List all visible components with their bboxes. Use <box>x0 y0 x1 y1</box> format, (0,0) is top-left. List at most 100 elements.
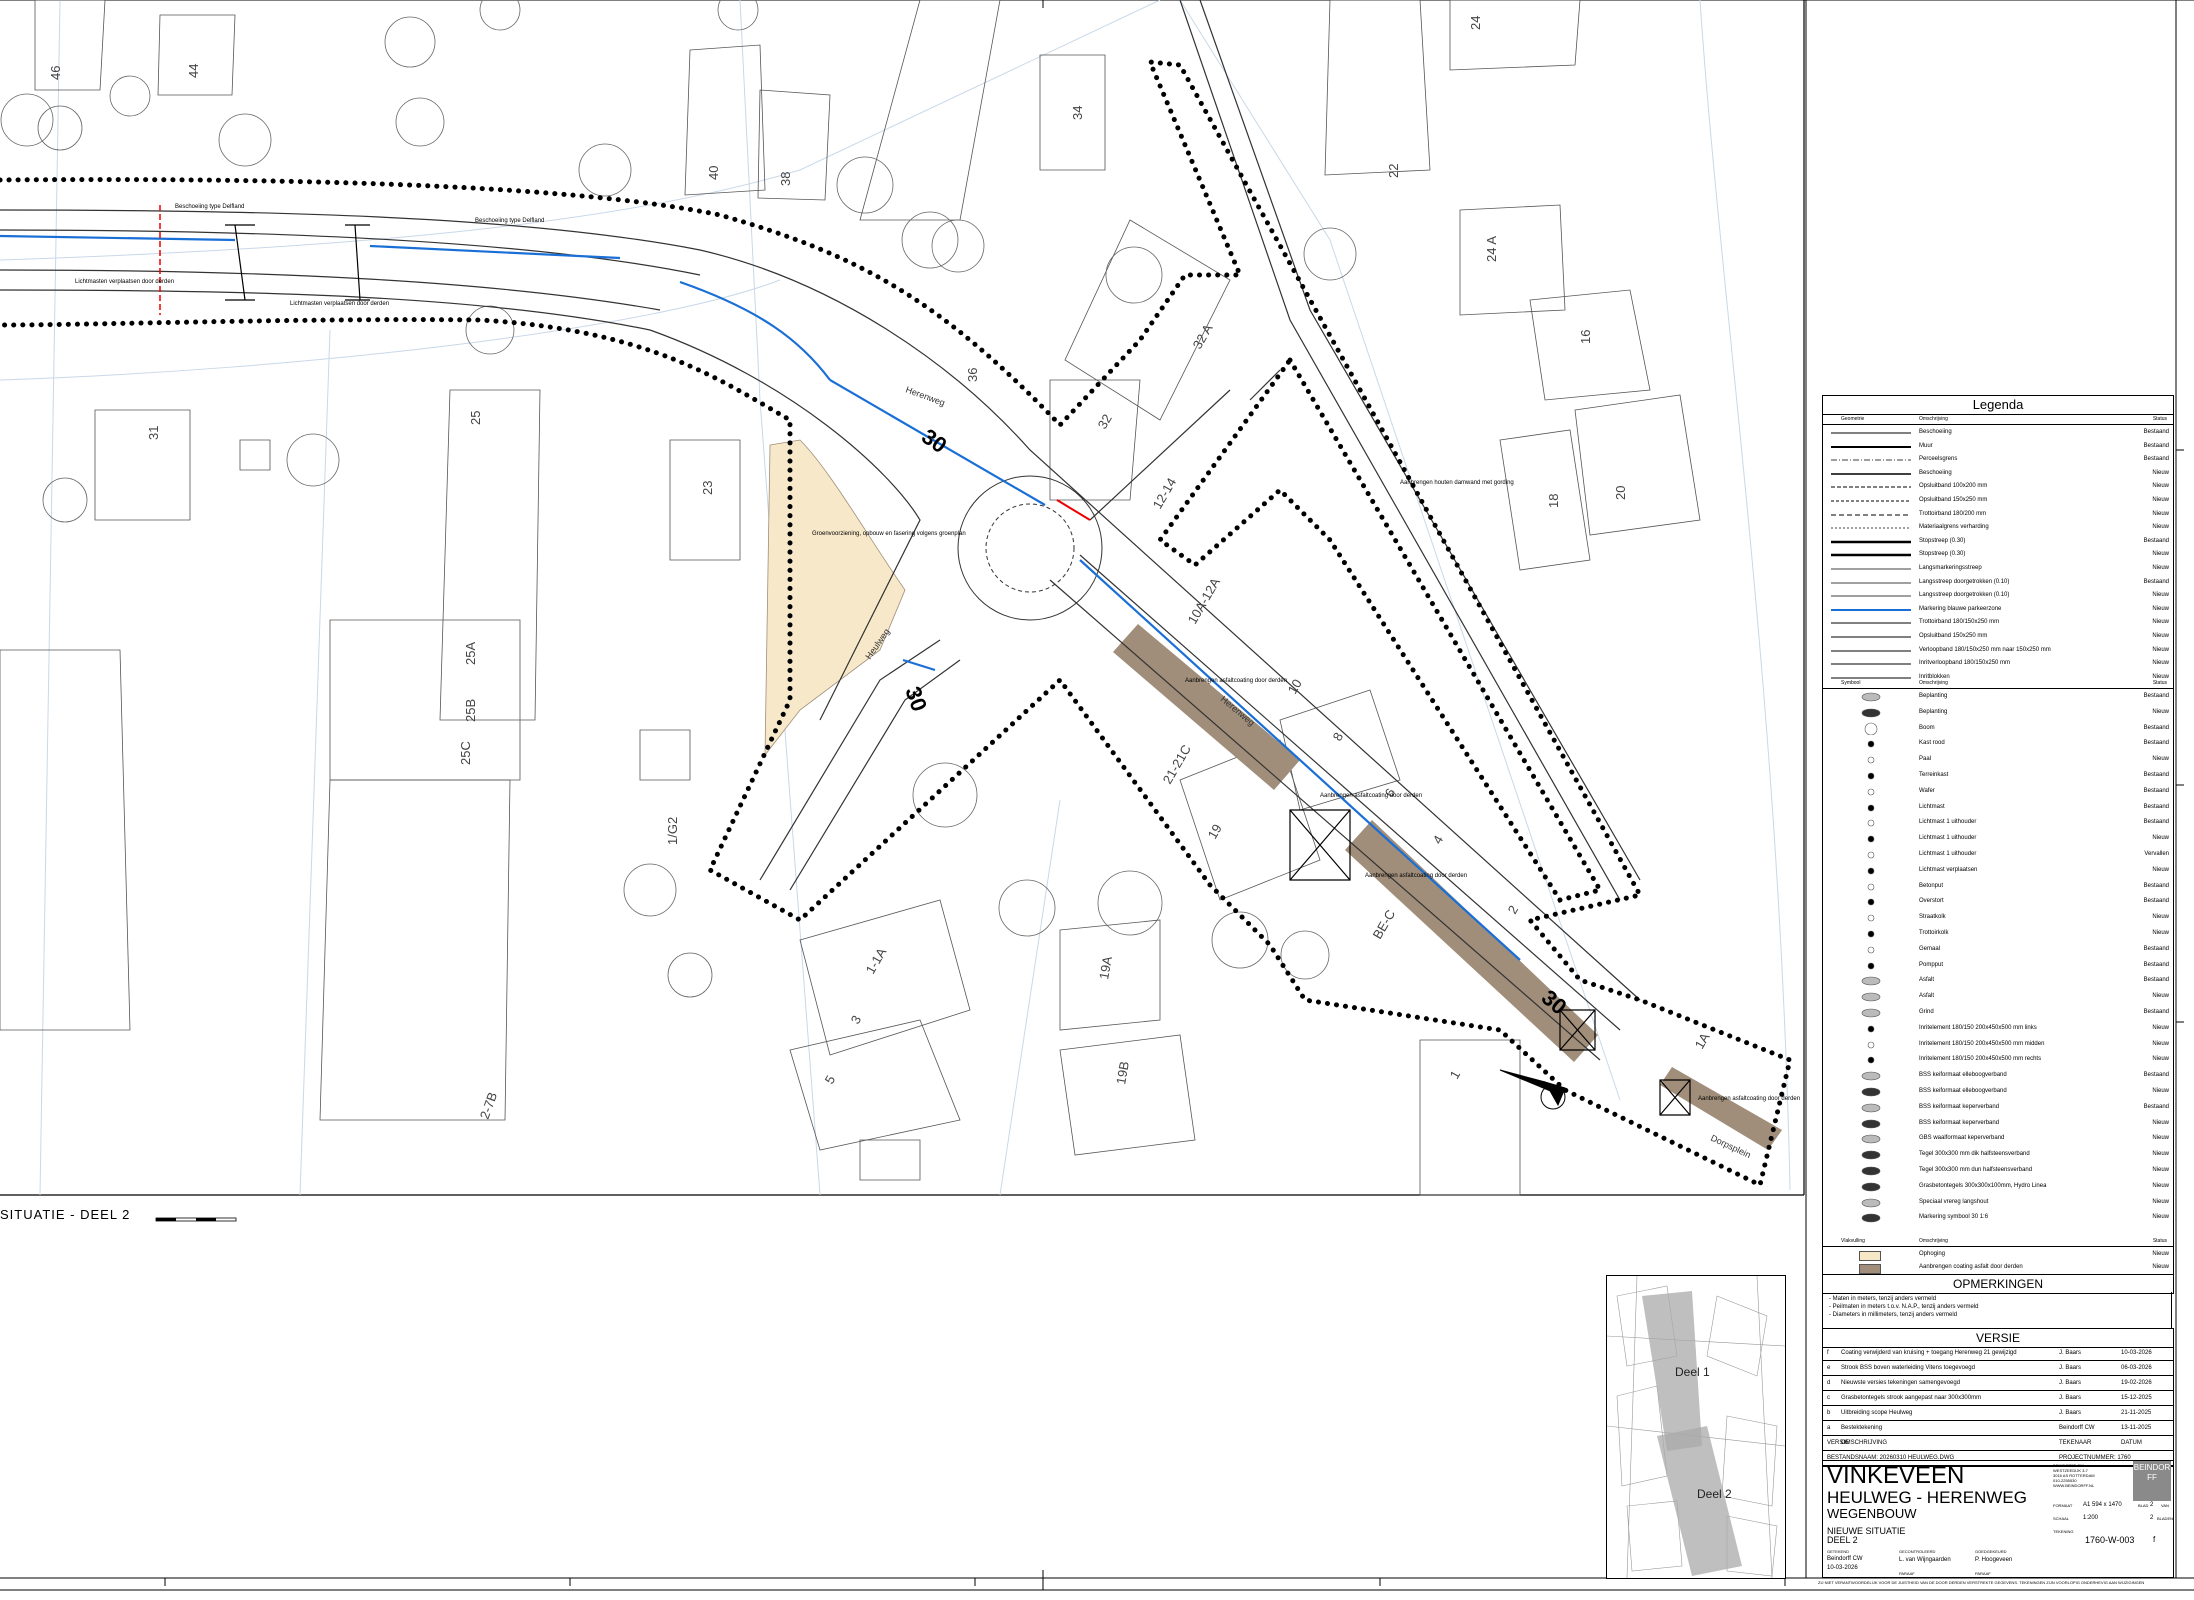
legend-symbol-row: Kast rood Bestaand <box>1823 737 2173 751</box>
legend-symbol-glyph <box>1861 1150 1881 1160</box>
legend-title: Legenda <box>1823 396 2173 415</box>
house-number: 20 <box>1613 486 1628 500</box>
legend-description: Overstort <box>1919 898 1944 905</box>
legend-col-header: Symbool <box>1841 680 1861 686</box>
legend-symbol-cell <box>1829 630 1913 644</box>
legend-col-header: Omschrijving <box>1919 680 1948 686</box>
legend-status: Bestaand <box>2143 772 2169 778</box>
legend-status: Nieuw <box>2152 993 2169 1000</box>
house-number: 1A <box>1692 1030 1713 1052</box>
legend-symbol-glyph <box>1867 820 1875 827</box>
legend-status: Bestaand <box>2143 961 2169 968</box>
legend-line-symbol <box>1831 568 1911 570</box>
version-cell-by: J. Baars <box>2059 1410 2082 1416</box>
version-cell-date: 06-03-2026 <box>2121 1365 2152 1371</box>
legend-symbol-cell <box>1829 521 1913 535</box>
versions-title: VERSIE <box>1822 1328 2174 1348</box>
legend-status: Bestaand <box>2143 882 2169 889</box>
legend-symbol-glyph <box>1861 1166 1881 1176</box>
version-cell-desc: Grasbetontegels strook aangepast naar 30… <box>1841 1395 1982 1401</box>
legend-description: Asfalt <box>1919 977 1935 984</box>
legend-line-row: Inritverloopband 180/150x250 mm Nieuw <box>1823 657 2173 671</box>
legend-symbol-row: Lichtmast 1 uithouder Bestaand <box>1823 816 2173 830</box>
company-logo: BEINDORFF <box>2133 1461 2171 1501</box>
version-header-row: VERSIE OMSCHRIJVING TEKENAAR DATUM <box>1823 1436 2173 1451</box>
legend-fill-swatch <box>1859 1264 1881 1274</box>
version-cell-date: 13-11-2025 <box>2121 1425 2152 1431</box>
legend-col-header: Omschrijving <box>1919 416 1948 422</box>
house-number: 25 <box>468 411 483 425</box>
scale-bar <box>155 1217 237 1222</box>
house-number: 22 <box>1386 164 1401 178</box>
legend-symbol-cell <box>1829 657 1913 671</box>
legend-symbol-glyph <box>1867 756 1875 764</box>
drawn-date: 10-03-2026 <box>1827 1565 1858 1571</box>
legend-symbol-glyph <box>1861 708 1881 718</box>
legend-symbol-row: Inritelement 180/150 200x450x500 mm link… <box>1823 1022 2173 1036</box>
legend-fill-swatch <box>1859 1251 1881 1261</box>
version-cell-date: 10-03-2026 <box>2121 1350 2152 1356</box>
legend-description: Asfalt <box>1919 993 1935 1000</box>
legend-description: BSS keiformaat keperverband <box>1919 1103 2000 1110</box>
legend-status: Nieuw <box>2152 483 2169 490</box>
legend-symbol-glyph <box>1864 722 1878 735</box>
legend-status: Nieuw <box>2152 708 2169 715</box>
legend-description: Verloopband 180/150x250 mm naar 150x250 … <box>1919 646 2051 653</box>
legend-symbol-cell <box>1829 494 1913 508</box>
legend-symbol-cell <box>1829 467 1913 481</box>
legend-line-symbol <box>1831 650 1911 652</box>
legend-status: Nieuw <box>2152 524 2169 531</box>
legend-symbol-cell <box>1829 589 1913 603</box>
legend-description: Inritelement 180/150 200x450x500 mm midd… <box>1919 1040 2045 1047</box>
legend-line-symbol <box>1831 663 1911 665</box>
house-number: 24 <box>1468 16 1483 30</box>
annotation-text: Aanbrengen asfaltcoating door derden <box>1185 678 1287 684</box>
legend-symbol-cell <box>1829 959 1913 973</box>
legend-symbol-cell <box>1829 974 1913 988</box>
legend-symbol-cell <box>1829 508 1913 522</box>
speed-30-marking: 30 <box>900 683 932 715</box>
key-map-label-deel2: Deel 2 <box>1697 1487 1732 1501</box>
version-cell-v: a <box>1827 1425 1831 1431</box>
house-number: BE-C <box>1370 907 1399 941</box>
legend-description: Grasbetontegels 300x300x100mm, Hydro Lin… <box>1919 1182 2047 1189</box>
legend-symbol-row: Gemaal Bestaand <box>1823 943 2173 957</box>
speed-30-marking: 30 <box>917 424 951 459</box>
legend-symbol-row: Speciaal vrereg langshout Nieuw <box>1823 1196 2173 1210</box>
legend-symbol-glyph <box>1867 899 1875 906</box>
annotation-text: Lichtmasten verplaatsen door derden <box>75 279 174 285</box>
legend-fill-row: Aanbrengen coating asfalt door derden Nie… <box>1823 1261 2173 1275</box>
legend-symbols-header: Symbool Omschrijving Status <box>1823 679 2173 689</box>
legend-status: Nieuw <box>2152 866 2169 873</box>
legend-symbol-glyph <box>1861 1008 1881 1018</box>
legend-symbol-cell <box>1829 1006 1913 1020</box>
legend-line-symbol <box>1831 459 1911 461</box>
sheet-value: 2 <box>2150 1502 2154 1508</box>
legend-description: Beplanting <box>1919 693 1948 699</box>
legend-symbol-row: Lichtmast 1 uithouder Nieuw <box>1823 832 2173 846</box>
legend-symbol-row: BSS keiformaat keperverband Nieuw <box>1823 1117 2173 1131</box>
house-number: 12-14 <box>1150 475 1180 511</box>
sheet-label: BLAD <box>2138 1503 2149 1508</box>
legend-symbol-glyph <box>1867 1057 1875 1064</box>
legend-symbol-glyph <box>1867 946 1875 954</box>
legend-line-symbol <box>1831 608 1911 611</box>
legend-description: Markering blauwe parkeerzone <box>1919 605 2002 612</box>
checked-by: L. van Wijngaarden <box>1899 1557 1951 1563</box>
legend-description: BSS keiformaat keperverband <box>1919 1119 2000 1126</box>
legend-description: Gemaal <box>1919 945 1941 952</box>
version-cell-desc: Bestektekening <box>1841 1425 1883 1431</box>
sheet-title-2: DEEL 2 <box>1827 1535 1858 1545</box>
legend-status: Nieuw <box>2152 619 2169 626</box>
legend-symbol-glyph <box>1861 1198 1881 1207</box>
legend-status: Bestaand <box>2143 1072 2169 1079</box>
legend-symbol-glyph <box>1867 804 1875 811</box>
legend-symbol-glyph <box>1867 914 1875 922</box>
legend-description: Muur <box>1919 442 1933 449</box>
legend-description: Tegel 300x300 mm dun halfsteensverband <box>1919 1167 2033 1173</box>
version-cell-desc: Strook BSS boven waterleiding Vitens toe… <box>1841 1365 1975 1371</box>
legend-col-header: Status <box>2152 1238 2167 1244</box>
legend-symbol-glyph <box>1867 835 1875 843</box>
legend-symbol-row: Trottoirkolk Nieuw <box>1823 927 2173 941</box>
legend-col-header: Omschrijving <box>1919 1238 1948 1244</box>
